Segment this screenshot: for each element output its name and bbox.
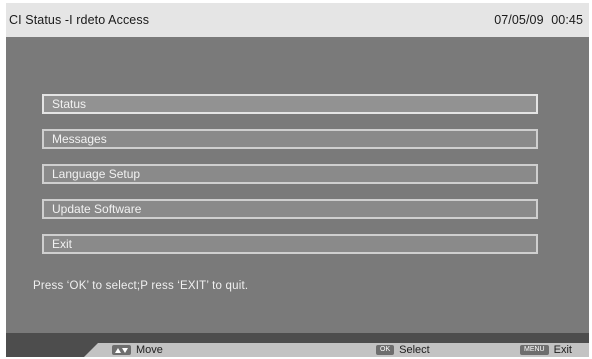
move-hint: Move <box>112 343 163 357</box>
ci-status-screen: CI Status -I rdeto Access 07/05/09 00:45… <box>6 3 589 357</box>
footer-hint-bar: Move OK Select MENU Exit <box>84 343 589 357</box>
up-down-arrows-icon <box>112 345 131 355</box>
menu-item-update-software[interactable]: Update Software <box>42 199 538 219</box>
menu-item-messages[interactable]: Messages <box>42 129 538 149</box>
menu-item-label: Language Setup <box>52 167 141 181</box>
menu-list: Status Messages Language Setup Update So… <box>42 94 538 269</box>
ok-key-icon: OK <box>376 345 395 355</box>
exit-hint: MENU Exit <box>520 343 572 357</box>
select-label: Select <box>399 344 430 356</box>
select-hint: OK Select <box>376 343 430 357</box>
page-title: CI Status -I rdeto Access <box>9 13 150 27</box>
menu-item-language-setup[interactable]: Language Setup <box>42 164 538 184</box>
menu-item-label: Status <box>52 97 87 111</box>
instruction-text: Press ‘OK’ to select;P ress ‘EXIT’ to qu… <box>33 280 249 292</box>
menu-key-icon: MENU <box>520 345 549 355</box>
date-time: 07/05/09 00:45 <box>494 13 583 27</box>
menu-item-label: Update Software <box>52 202 142 216</box>
menu-item-status[interactable]: Status <box>42 94 538 114</box>
menu-item-exit[interactable]: Exit <box>42 234 538 254</box>
title-bar: CI Status -I rdeto Access 07/05/09 00:45 <box>6 3 589 37</box>
move-label: Move <box>136 344 163 356</box>
menu-item-label: Messages <box>52 132 107 146</box>
exit-label: Exit <box>553 344 572 356</box>
menu-item-label: Exit <box>52 237 73 251</box>
